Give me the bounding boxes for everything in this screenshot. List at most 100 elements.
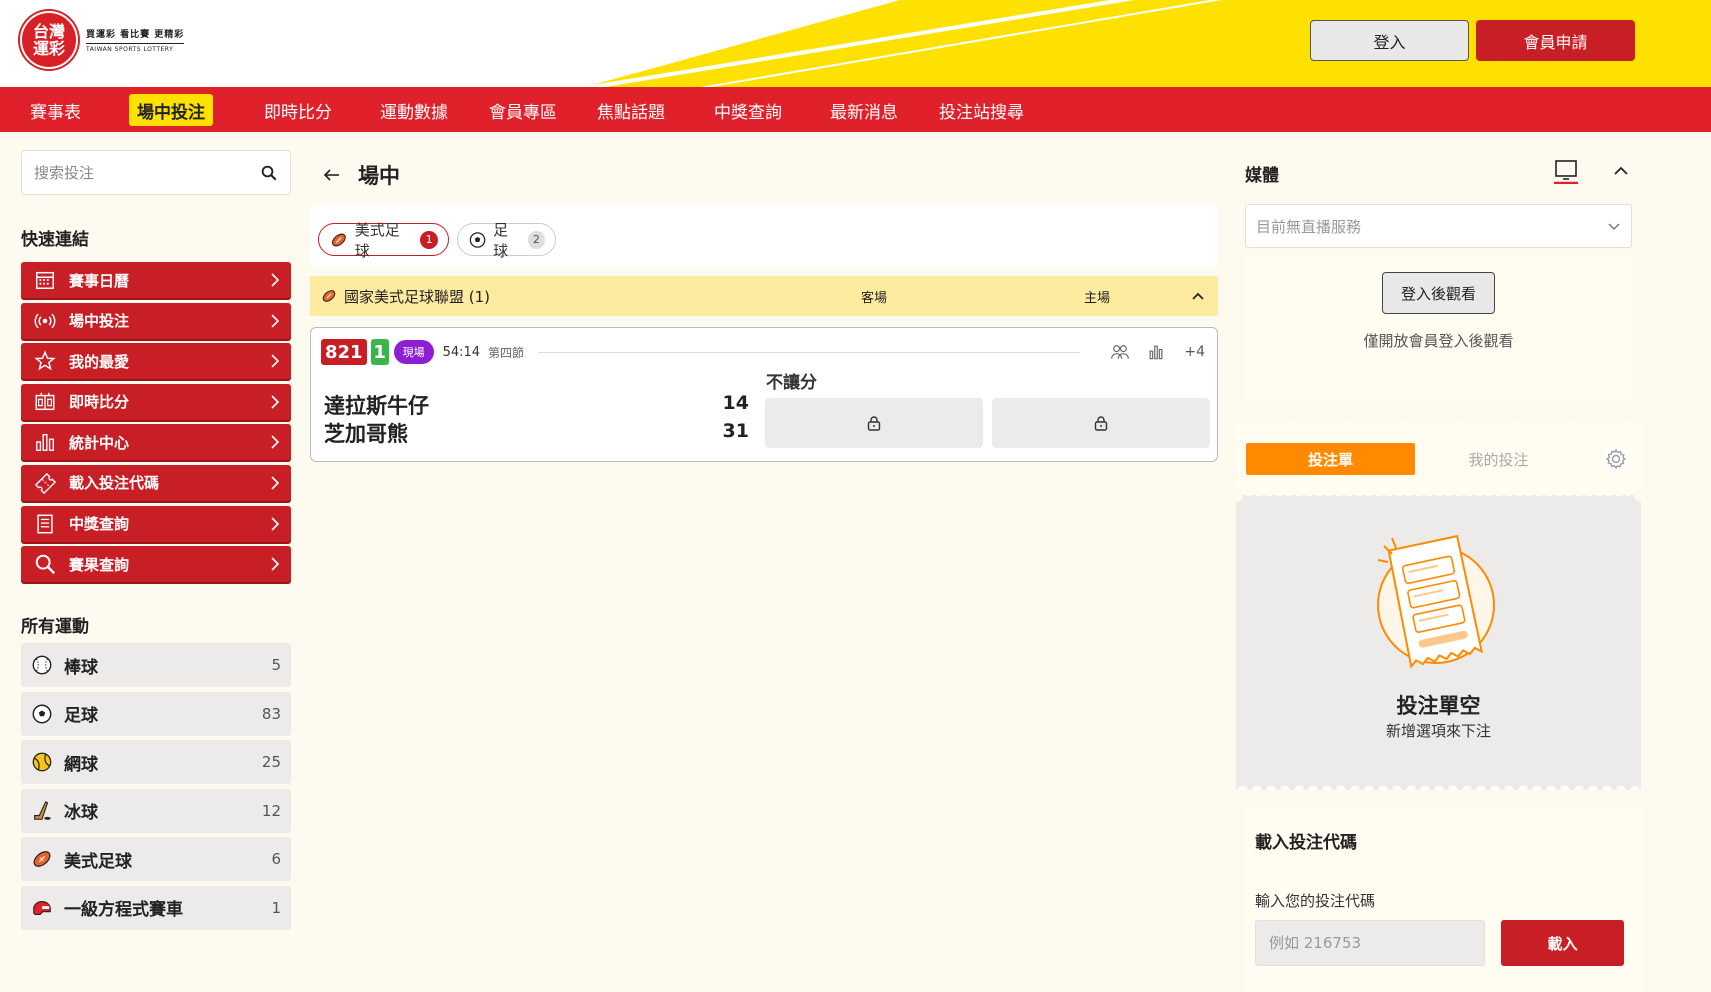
chevron-right-icon	[271, 557, 280, 571]
nav-item-live-score[interactable]: 即時比分	[256, 94, 340, 126]
match-sub-code: 1	[370, 339, 389, 365]
bet-code-input[interactable]	[1255, 920, 1485, 966]
live-badge: 現場	[393, 340, 434, 364]
search-icon[interactable]	[260, 164, 278, 182]
lineup-icon[interactable]	[1110, 342, 1130, 362]
more-markets-link[interactable]: +4	[1184, 344, 1205, 360]
quick-link-prize-check[interactable]: 中獎查詢	[21, 505, 291, 542]
quick-link-calendar[interactable]: 賽事日曆	[21, 262, 291, 298]
sport-item-f1[interactable]: 一級方程式賽車 1	[21, 885, 291, 930]
watch-after-login-button[interactable]: 登入後觀看	[1382, 272, 1495, 314]
back-arrow-icon[interactable]	[322, 165, 342, 185]
nav-item-schedule[interactable]: 賽事表	[22, 94, 89, 126]
odds-button-home[interactable]	[992, 398, 1210, 448]
header: 台灣 運彩 買運彩 看比賽 更精彩 TAIWAN SPORTS LOTTERY 登…	[0, 0, 1711, 87]
tennis-icon	[30, 750, 54, 774]
quick-link-results[interactable]: 賽果查詢	[21, 546, 291, 583]
nav-item-store-search[interactable]: 投注站搜尋	[931, 94, 1032, 126]
hockey-icon	[30, 799, 54, 823]
media-title: 媒體	[1245, 166, 1279, 186]
all-sports-title: 所有運動	[21, 617, 89, 637]
league-header[interactable]: 國家美式足球聯盟 (1) 客場 主場	[310, 276, 1218, 316]
quick-link-live-betting[interactable]: 場中投注	[21, 302, 291, 339]
chevron-right-icon	[271, 354, 280, 368]
chevron-right-icon	[271, 435, 280, 449]
lock-icon	[867, 416, 881, 431]
away-team-name: 達拉斯牛仔	[324, 394, 429, 418]
sport-item-tennis[interactable]: 網球 25	[21, 740, 291, 785]
sport-count: 6	[271, 850, 281, 869]
american-football-icon	[331, 233, 346, 246]
chevron-up-icon[interactable]	[1612, 162, 1630, 180]
register-button[interactable]: 會員申請	[1476, 20, 1635, 61]
away-team-score: 14	[722, 392, 749, 414]
stream-select[interactable]: 目前無直播服務	[1245, 204, 1632, 248]
main-nav: 賽事表 場中投注 即時比分 運動數據 會員專區 焦點話題 中獎查詢 最新消息 投…	[0, 87, 1711, 132]
american-football-icon	[30, 847, 54, 871]
soccer-icon	[30, 702, 54, 726]
chevron-right-icon	[271, 273, 280, 287]
load-code-label: 輸入您的投注代碼	[1255, 892, 1376, 910]
sport-item-baseball[interactable]: 棒球 5	[21, 643, 291, 687]
soccer-icon	[469, 231, 486, 248]
quick-links-list: 賽事日曆 場中投注 我的最愛 即時比分 統計中心 載入投注代碼 中獎查詢 賽果查…	[21, 262, 291, 587]
page-title-row: 場中	[322, 160, 400, 190]
away-column-label: 客場	[861, 290, 888, 306]
chevron-down-icon	[1608, 223, 1620, 231]
tab-count-badge: 1	[420, 230, 438, 249]
nav-item-member[interactable]: 會員專區	[481, 94, 565, 126]
stats-icon[interactable]	[1146, 342, 1166, 362]
lock-icon	[1094, 416, 1108, 431]
chevron-up-icon[interactable]	[1190, 288, 1206, 304]
quick-link-stats-center[interactable]: 統計中心	[21, 424, 291, 461]
search-box	[21, 150, 291, 195]
tab-count-badge: 2	[527, 230, 545, 249]
sport-count: 5	[271, 656, 281, 674]
home-team-score: 31	[722, 420, 749, 442]
logo[interactable]: 台灣 運彩 買運彩 看比賽 更精彩 TAIWAN SPORTS LOTTERY	[20, 11, 185, 69]
nav-item-prize-check[interactable]: 中獎查詢	[706, 94, 790, 126]
betslip: 投注單 我的投注 投注單空 新增選項來下注	[1236, 420, 1641, 790]
baseball-icon	[30, 653, 54, 677]
search-input[interactable]	[34, 163, 260, 182]
odds-button-away[interactable]	[765, 398, 983, 448]
tv-icon[interactable]	[1553, 158, 1579, 184]
match-card: 821 1 現場 54:14 第四節 +4 不讓分 達拉斯牛仔 芝加哥熊 14 …	[310, 327, 1218, 462]
bar-chart-icon	[33, 430, 57, 454]
quick-link-favorites[interactable]: 我的最愛	[21, 343, 291, 380]
american-football-icon	[322, 290, 336, 302]
sport-count: 83	[261, 704, 281, 723]
login-button[interactable]: 登入	[1310, 20, 1469, 61]
tab-betslip[interactable]: 投注單	[1246, 443, 1415, 475]
media-panel: 媒體 目前無直播服務 登入後觀看 僅開放會員登入後觀看	[1235, 148, 1635, 403]
sport-count: 25	[261, 753, 281, 772]
sport-item-soccer[interactable]: 足球 83	[21, 691, 291, 736]
match-period: 第四節	[488, 345, 525, 360]
nav-item-focus[interactable]: 焦點話題	[589, 94, 673, 126]
home-column-label: 主場	[1084, 290, 1111, 306]
match-clock: 54:14	[442, 344, 481, 360]
sport-item-hockey[interactable]: 冰球 12	[21, 788, 291, 833]
sport-item-american-football[interactable]: 美式足球 6	[21, 837, 291, 882]
star-icon	[33, 349, 57, 373]
load-code-panel: 載入投注代碼 輸入您的投注代碼 載入	[1245, 808, 1642, 992]
logo-english-name: TAIWAN SPORTS LOTTERY	[86, 43, 185, 53]
nav-item-sports-data[interactable]: 運動數據	[372, 94, 456, 126]
load-code-button[interactable]: 載入	[1501, 920, 1624, 966]
tab-soccer[interactable]: 足球 2	[457, 221, 556, 260]
chevron-right-icon	[271, 314, 280, 328]
logo-slogan: 買運彩 看比賽 更精彩	[86, 30, 185, 40]
tab-my-bets[interactable]: 我的投注	[1414, 443, 1583, 475]
quick-link-live-score[interactable]: 即時比分	[21, 383, 291, 420]
sport-count: 1	[271, 898, 281, 917]
betslip-empty-subtitle: 新增選項來下注	[1385, 722, 1491, 740]
tab-american-football[interactable]: 美式足球 1	[318, 221, 449, 260]
logo-mark: 台灣 運彩	[20, 11, 78, 69]
quick-link-load-code[interactable]: 載入投注代碼	[21, 464, 291, 501]
nav-item-live-betting[interactable]: 場中投注	[129, 94, 213, 126]
gear-icon[interactable]	[1601, 444, 1631, 474]
load-code-title: 載入投注代碼	[1255, 833, 1357, 853]
nav-item-news[interactable]: 最新消息	[822, 94, 906, 126]
league-name: 國家美式足球聯盟 (1)	[344, 287, 491, 306]
sport-tabs: 美式足球 1 足球 2	[310, 206, 1218, 266]
